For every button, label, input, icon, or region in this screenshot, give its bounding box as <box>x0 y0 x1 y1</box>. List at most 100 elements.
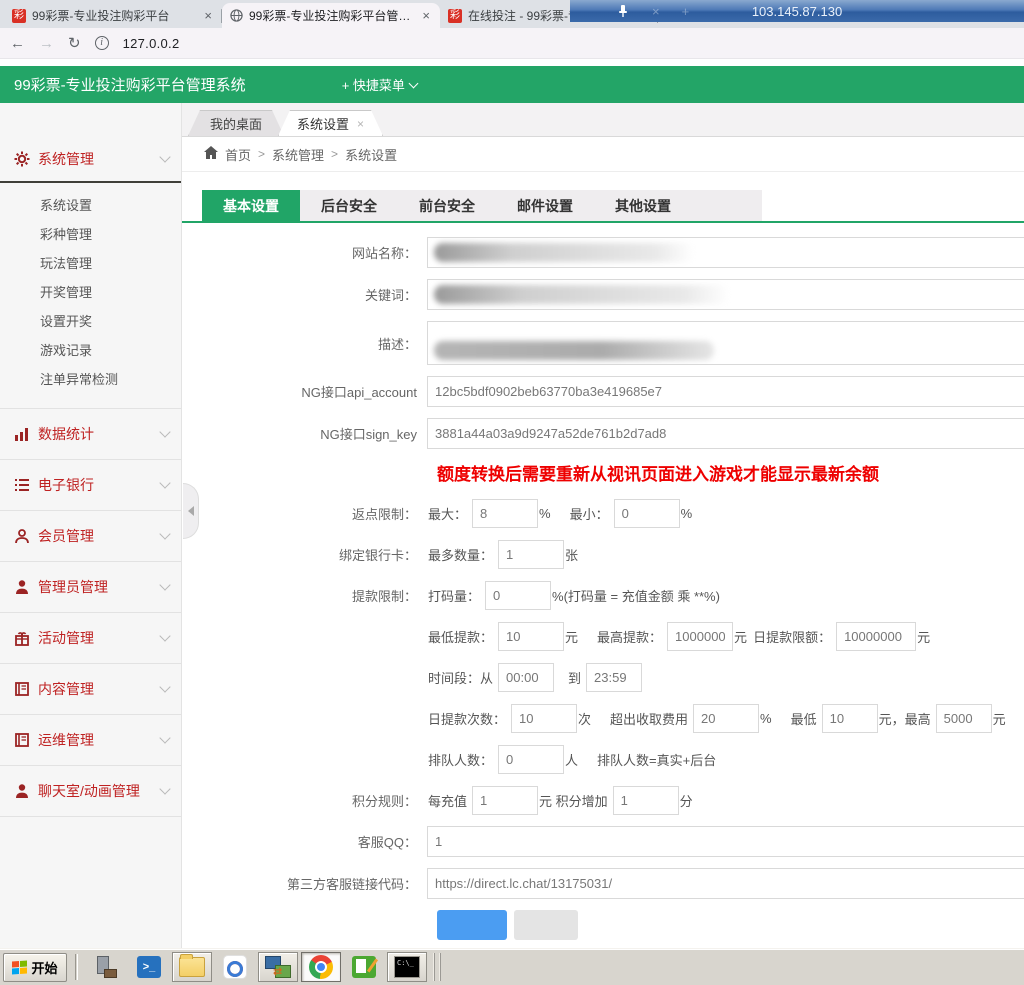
settings-tab[interactable]: 后台安全 <box>300 190 398 221</box>
text-input[interactable] <box>472 499 538 528</box>
browser-tab[interactable]: 99彩票-专业投注购彩平台管理系× <box>222 3 440 28</box>
text-input[interactable] <box>498 663 554 692</box>
gift-icon <box>14 630 30 646</box>
form-row: NG接口sign_key <box>182 418 1024 449</box>
sidebar-group-label: 会员管理 <box>38 526 161 546</box>
text-input[interactable] <box>693 704 759 733</box>
sidebar-group-7[interactable]: 运维管理 <box>0 715 181 765</box>
quick-menu-button[interactable]: + 快捷菜单 <box>342 75 417 94</box>
chrome-icon[interactable] <box>301 952 341 982</box>
sidebar-group-label: 管理员管理 <box>38 577 161 597</box>
sidebar-item[interactable]: 彩种管理 <box>0 220 181 249</box>
text-input[interactable] <box>427 418 1024 449</box>
sidebar-collapse-handle[interactable] <box>183 483 199 539</box>
explorer-icon[interactable] <box>172 952 212 982</box>
inline-label: % <box>539 506 551 521</box>
taskbar-separator <box>75 954 78 980</box>
address-bar[interactable]: 127.0.0.2 <box>123 36 180 51</box>
inline-label: % <box>681 506 693 521</box>
reload-icon[interactable]: ↻ <box>68 34 81 52</box>
server-manager-icon[interactable] <box>86 952 126 982</box>
sidebar-item[interactable]: 开奖管理 <box>0 278 181 307</box>
settings-form: 网站名称：关键词：描述：NG接口api_accountNG接口sign_key额… <box>182 223 1024 940</box>
text-input[interactable] <box>586 663 642 692</box>
sidebar-group-label: 运维管理 <box>38 730 161 750</box>
text-input[interactable] <box>613 786 679 815</box>
redacted-field[interactable] <box>427 237 1024 268</box>
powershell-icon[interactable]: >_ <box>129 952 169 982</box>
inline-label: %(打码量 = 充值金额 乘 **%) <box>552 586 720 605</box>
start-button[interactable]: 开始 <box>3 953 67 982</box>
form-row: 第三方客服链接代码： <box>182 868 1024 899</box>
tab-close-icon[interactable]: × <box>202 8 214 23</box>
text-input[interactable] <box>498 622 564 651</box>
text-input[interactable] <box>511 704 577 733</box>
sidebar-group-6[interactable]: 内容管理 <box>0 664 181 714</box>
sidebar-group: 电子银行 <box>0 460 181 511</box>
settings-tab[interactable]: 前台安全 <box>398 190 496 221</box>
balance-notice-text: 额度转换后需要重新从视讯页面进入游戏才能显示最新余额 <box>437 460 1024 485</box>
text-input[interactable] <box>667 622 733 651</box>
text-input[interactable] <box>427 376 1024 407</box>
breadcrumb-item[interactable]: 系统设置 <box>345 145 397 164</box>
submit-button[interactable] <box>437 910 507 940</box>
text-input[interactable] <box>427 826 1024 857</box>
sidebar-group-5[interactable]: 活动管理 <box>0 613 181 663</box>
editor-icon[interactable] <box>344 952 384 982</box>
settings-tab[interactable]: 邮件设置 <box>496 190 594 221</box>
sidebar-item[interactable]: 系统设置 <box>0 191 181 220</box>
sidebar-item[interactable]: 注单异常检测 <box>0 365 181 394</box>
rings-app-icon[interactable] <box>215 952 255 982</box>
inline-label: 张 <box>565 545 578 564</box>
sidebar-item[interactable]: 玩法管理 <box>0 249 181 278</box>
page-tab-close-icon[interactable]: × <box>357 117 364 131</box>
forward-icon[interactable]: → <box>39 35 54 52</box>
settings-panel: 基本设置后台安全前台安全邮件设置其他设置 网站名称：关键词：描述：NG接口api… <box>182 172 1024 985</box>
sidebar-group-4[interactable]: 管理员管理 <box>0 562 181 612</box>
sidebar-group-label: 电子银行 <box>38 475 161 495</box>
breadcrumb-item[interactable]: 系统管理 <box>272 145 324 164</box>
text-input[interactable] <box>836 622 916 651</box>
sidebar-group-2[interactable]: 电子银行 <box>0 460 181 510</box>
sidebar-group: 系统管理系统设置彩种管理玩法管理开奖管理设置开奖游戏记录注单异常检测 <box>0 137 181 409</box>
page-tab-label: 系统设置 <box>297 114 349 133</box>
chevron-down-icon <box>159 151 170 162</box>
form-row: 时间段：从到 <box>182 662 1024 692</box>
text-input[interactable] <box>498 745 564 774</box>
page-tab[interactable]: 系统设置 × <box>278 110 383 136</box>
browser-tab[interactable]: 彩99彩票-专业投注购彩平台× <box>4 3 222 28</box>
redacted-field[interactable] <box>427 321 1024 365</box>
sidebar-group-8[interactable]: 聊天室/动画管理 <box>0 766 181 816</box>
text-input[interactable] <box>936 704 992 733</box>
sidebar-group-3[interactable]: 会员管理 <box>0 511 181 561</box>
reset-button[interactable] <box>514 910 578 940</box>
text-input[interactable] <box>822 704 878 733</box>
text-input[interactable] <box>498 540 564 569</box>
sidebar-item[interactable]: 游戏记录 <box>0 336 181 365</box>
sidebar-item[interactable]: 设置开奖 <box>0 307 181 336</box>
text-input[interactable] <box>485 581 551 610</box>
field-label: 提款限制： <box>182 586 427 605</box>
field-controls: 每充值元 积分增加分 <box>427 786 698 815</box>
back-icon[interactable]: ← <box>10 35 25 52</box>
site-info-icon[interactable]: i <box>95 36 109 50</box>
cmd-icon[interactable]: C:\_ <box>387 952 427 982</box>
remote-desktop-icon[interactable]: ⇄ <box>258 952 298 982</box>
sidebar-group-0[interactable]: 系统管理 <box>0 137 181 183</box>
redacted-field[interactable] <box>427 279 1024 310</box>
text-input[interactable] <box>614 499 680 528</box>
taskbar-grip[interactable] <box>433 953 441 981</box>
settings-tab[interactable]: 基本设置 <box>202 190 300 221</box>
chevron-down-icon <box>408 78 418 88</box>
tab-close-icon[interactable]: × <box>420 8 432 23</box>
page-tab[interactable]: 我的桌面 <box>188 110 284 136</box>
admin-icon <box>14 579 30 595</box>
settings-tab[interactable]: 其他设置 <box>594 190 692 221</box>
breadcrumb-item[interactable]: 首页 <box>225 145 251 164</box>
text-input[interactable] <box>472 786 538 815</box>
app-title: 99彩票-专业投注购彩平台管理系统 <box>14 74 246 95</box>
sidebar-group-1[interactable]: 数据统计 <box>0 409 181 459</box>
chevron-down-icon <box>159 783 170 794</box>
text-input[interactable] <box>427 868 1024 899</box>
field-label: 积分规则： <box>182 791 427 810</box>
